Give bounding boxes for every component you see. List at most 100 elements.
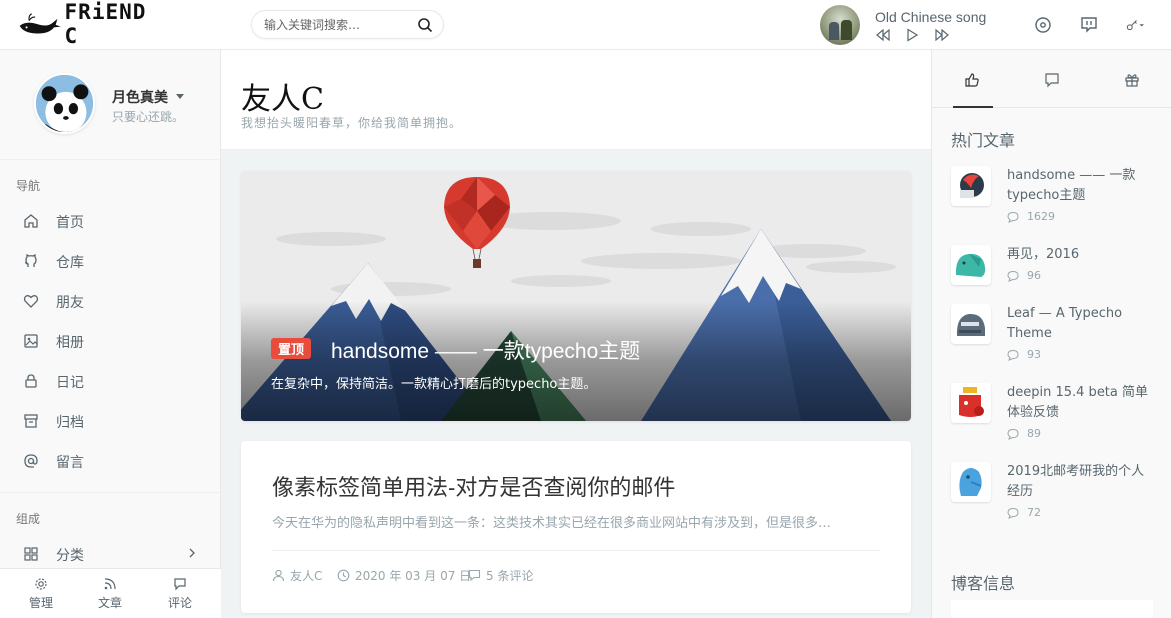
post-comments[interactable]: 5 条评论 <box>468 567 533 584</box>
nav-item-guestbook[interactable]: 留言 <box>0 441 221 481</box>
search-icon[interactable] <box>417 17 433 33</box>
post-thumbnail <box>951 383 991 423</box>
hot-post-item[interactable]: handsome —— 一款typecho主题 1629 <box>951 166 1161 231</box>
nav-label: 首页 <box>56 215 84 231</box>
compose-heading: 组成 <box>16 512 41 526</box>
divider <box>272 550 880 551</box>
heart-icon <box>23 295 39 308</box>
disc-icon[interactable] <box>1034 16 1052 34</box>
post-title[interactable]: 像素标签简单用法-对方是否查阅你的邮件 <box>272 470 675 502</box>
nav-heading: 导航 <box>16 179 41 193</box>
post-date: 2020 年 03 月 07 日 <box>337 567 471 584</box>
post-thumbnail <box>951 245 991 285</box>
hot-post-item[interactable]: 再见，2016 96 <box>951 245 1161 310</box>
comment-icon <box>468 569 481 582</box>
footer-label: 管理 <box>28 596 53 610</box>
hot-post-comments: 96 <box>1007 269 1041 282</box>
hero-post-excerpt: 在复杂中，保持简洁。一款精心打磨后的typecho主题。 <box>271 377 597 392</box>
archive-icon <box>24 414 38 428</box>
post-comments-count: 5 条评论 <box>486 569 534 583</box>
user-name[interactable]: 月色真美 <box>112 87 168 107</box>
at-icon <box>24 454 38 468</box>
lock-icon <box>25 374 37 388</box>
hot-post-title: handsome —— 一款typecho主题 <box>1007 168 1136 203</box>
nav-label: 留言 <box>56 455 84 471</box>
hot-post-title: 再见，2016 <box>1007 247 1080 262</box>
aside-footer: 管理 文章 评论 <box>0 568 221 618</box>
comment-icon <box>174 578 186 591</box>
search-input[interactable] <box>264 16 414 34</box>
chevron-right-icon <box>189 548 195 558</box>
music-album-cover[interactable] <box>820 5 860 45</box>
tab-gifts[interactable] <box>1102 50 1162 108</box>
comment-count: 89 <box>1027 427 1041 440</box>
hot-post-title: deepin 15.4 beta 简单体验反馈 <box>1007 385 1149 420</box>
key-dropdown-icon[interactable] <box>1126 16 1144 34</box>
post-thumbnail <box>951 304 991 344</box>
clock-icon <box>337 569 350 582</box>
tab-hot[interactable] <box>942 50 1002 108</box>
hero-post-title[interactable]: handsome —— 一款typecho主题 <box>331 335 640 365</box>
sidebar-tabs <box>932 50 1171 108</box>
footer-label: 文章 <box>97 596 122 610</box>
left-sidebar: 月色真美 只要心还跳。 导航 首页 仓库 朋友 相册 日记 归档 留言 组成 分… <box>0 50 221 618</box>
hot-post-comments: 89 <box>1007 427 1041 440</box>
right-sidebar: 热门文章 handsome —— 一款typecho主题 1629 再见，201… <box>931 50 1171 618</box>
nav-item-album[interactable]: 相册 <box>0 321 221 361</box>
tab-comments[interactable] <box>1022 50 1082 108</box>
nav-item-diary[interactable]: 日记 <box>0 361 221 401</box>
thumbs-up-icon <box>965 73 979 87</box>
nav-label: 仓库 <box>56 255 84 271</box>
comment-count: 1629 <box>1027 210 1055 223</box>
hot-post-title: 2019北邮考研我的个人经历 <box>1007 464 1145 499</box>
footer-label: 评论 <box>167 596 192 610</box>
avatar[interactable] <box>34 73 95 134</box>
site-logo[interactable]: FRiEND C <box>18 0 158 48</box>
blog-info-panel <box>951 600 1153 618</box>
home-icon <box>24 214 38 228</box>
user-icon <box>272 569 285 582</box>
footer-manage[interactable]: 管理 <box>11 577 71 615</box>
search-box[interactable] <box>251 10 444 39</box>
image-icon <box>24 334 38 348</box>
comment-icon <box>1007 211 1019 223</box>
footer-comments[interactable]: 评论 <box>150 577 210 615</box>
hot-post-item[interactable]: Leaf — A Typecho Theme 93 <box>951 304 1161 369</box>
tab-active-indicator <box>953 106 993 108</box>
user-menu-caret-icon[interactable] <box>176 94 184 99</box>
chat-icon[interactable] <box>1080 16 1098 34</box>
page-title: 友人C <box>241 82 324 117</box>
post-author-name: 友人C <box>290 569 323 583</box>
song-title: Old Chinese song <box>875 9 987 25</box>
comment-count: 93 <box>1027 348 1041 361</box>
hot-post-item[interactable]: 2019北邮考研我的个人经历 72 <box>951 462 1161 527</box>
whale-logo-icon <box>19 13 61 34</box>
next-track-icon[interactable] <box>934 28 950 42</box>
footer-articles[interactable]: 文章 <box>80 577 140 615</box>
nav-item-home[interactable]: 首页 <box>0 201 221 241</box>
hot-post-comments: 93 <box>1007 348 1041 361</box>
gift-icon <box>1125 74 1139 87</box>
nav-item-archive[interactable]: 归档 <box>0 401 221 441</box>
hot-posts-heading: 热门文章 <box>951 131 1016 150</box>
nav-label: 归档 <box>56 415 84 431</box>
featured-post-banner[interactable]: 置顶 handsome —— 一款typecho主题 在复杂中，保持简洁。一款精… <box>241 171 911 421</box>
nav-item-friends[interactable]: 朋友 <box>0 281 221 321</box>
play-icon[interactable] <box>904 28 920 42</box>
post-card: 像素标签简单用法-对方是否查阅你的邮件 今天在华为的隐私声明中看到这一条：这类技… <box>241 441 911 613</box>
rss-icon <box>104 578 116 590</box>
hot-post-item[interactable]: deepin 15.4 beta 简单体验反馈 89 <box>951 383 1161 448</box>
comment-count: 96 <box>1027 269 1041 282</box>
prev-track-icon[interactable] <box>875 28 891 42</box>
comment-icon <box>1007 349 1019 361</box>
post-excerpt: 今天在华为的隐私声明中看到这一条：这类技术其实已经在很多商业网站中有涉及到，但是… <box>272 516 832 531</box>
grid-icon <box>24 547 38 561</box>
nav-item-repo[interactable]: 仓库 <box>0 241 221 281</box>
nav-label: 分类 <box>56 548 84 564</box>
post-author[interactable]: 友人C <box>272 567 322 584</box>
user-motto: 只要心还跳。 <box>112 110 185 124</box>
hot-post-comments: 1629 <box>1007 210 1055 223</box>
nav-label: 相册 <box>56 335 84 351</box>
gear-icon <box>35 578 47 590</box>
main-header: 友人C 我想抬头暖阳春草，你给我简单拥抱。 <box>221 50 931 150</box>
